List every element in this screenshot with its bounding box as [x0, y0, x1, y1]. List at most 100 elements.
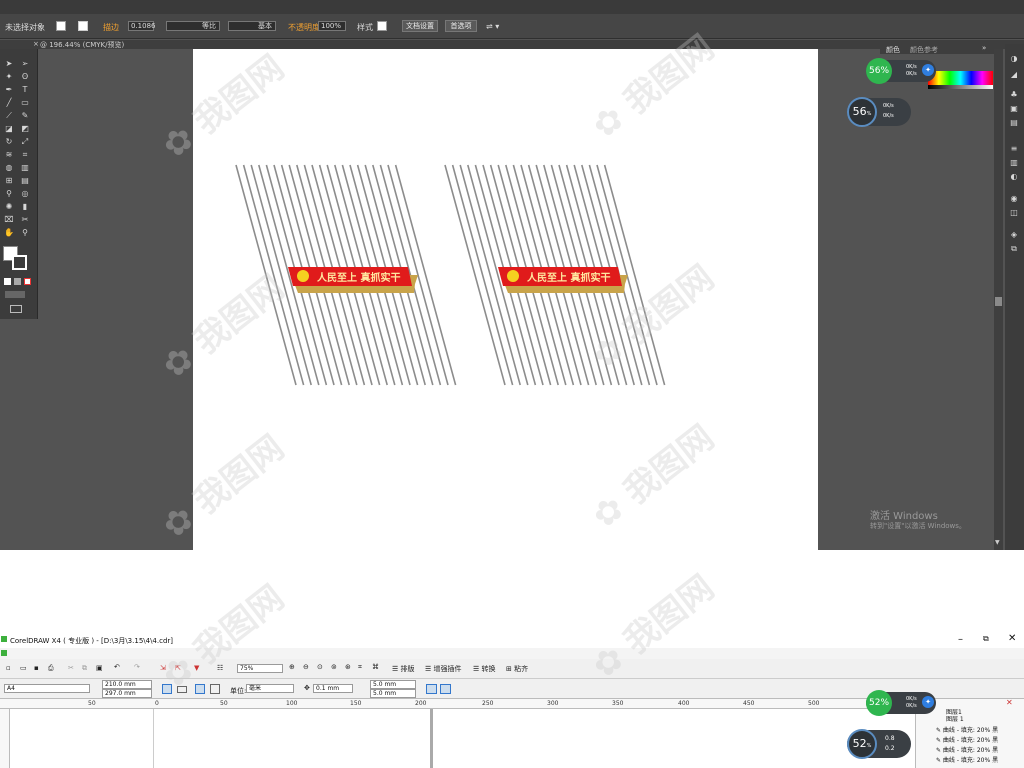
export-icon[interactable]: ⇱ — [175, 664, 181, 672]
brush-select[interactable]: 基本 — [228, 21, 276, 31]
color-spectrum[interactable] — [928, 71, 993, 85]
perspective-grid-tool-icon[interactable]: ▥ — [20, 163, 30, 172]
rectangle-tool-icon[interactable]: ▭ — [20, 98, 30, 107]
pen-tool-icon[interactable]: ✒ — [4, 85, 14, 94]
zoom-selected-icon[interactable]: ⊙ — [317, 663, 323, 671]
import-icon[interactable]: ⇲ — [160, 664, 166, 672]
nudge-input[interactable]: 0.1 mm — [313, 684, 353, 693]
vertical-scrollbar[interactable]: ▼ — [994, 49, 1003, 550]
welcome-icon[interactable]: ☷ — [217, 664, 223, 672]
scale-tool-icon[interactable]: ⤢ — [20, 137, 30, 146]
symbol-sprayer-tool-icon[interactable]: ✺ — [4, 202, 14, 211]
object-list-item[interactable]: ✎ 曲线 - 填充: 20% 黑 — [936, 745, 998, 754]
restore-button[interactable]: ⧉ — [983, 634, 989, 644]
stroke-swatch[interactable] — [78, 21, 88, 31]
stroke-profile-select[interactable]: 等比 — [166, 21, 220, 31]
zoom-height-icon[interactable]: ⌘ — [372, 663, 379, 671]
gradient-panel-icon[interactable]: ▥ — [1009, 158, 1019, 167]
doc-setup-button[interactable]: 文档设置 — [402, 20, 438, 32]
brushes-panel-icon[interactable]: ◢ — [1009, 70, 1019, 79]
draw-mode-icon[interactable] — [5, 291, 25, 298]
graph-tool-icon[interactable]: ▮ — [20, 202, 30, 211]
mesh-tool-icon[interactable]: ⊞ — [4, 176, 14, 185]
duplicate-x-input[interactable]: 5.0 mm — [370, 680, 416, 689]
transparency-panel-icon[interactable]: ◐ — [1009, 172, 1019, 181]
artboards-panel-icon[interactable]: ⧉ — [1009, 244, 1019, 253]
direct-selection-tool-icon[interactable]: ➢ — [20, 59, 30, 68]
minimize-button[interactable]: – — [958, 634, 963, 645]
enhance-button[interactable]: ☰ 增强插件 — [425, 664, 462, 674]
style-swatch[interactable] — [377, 21, 387, 31]
selection-tool-icon[interactable]: ➤ — [4, 59, 14, 68]
landscape-icon[interactable] — [177, 686, 187, 693]
grayscale-ramp[interactable] — [928, 85, 993, 89]
snap-icon[interactable] — [440, 684, 451, 694]
unit-select[interactable]: 毫米 — [246, 684, 294, 693]
zoom-page-icon[interactable]: ⊛ — [345, 663, 351, 671]
panel-tab-color-ref[interactable]: 颜色参考 — [910, 45, 938, 55]
banner-right[interactable]: 人民至上 真抓实干 — [498, 267, 628, 293]
current-page-icon[interactable] — [210, 684, 220, 694]
artboard[interactable]: 人民至上 真抓实干 人民至上 真抓实干 — [193, 49, 818, 550]
opacity-input[interactable]: 100% — [318, 21, 346, 31]
paintbrush-tool-icon[interactable]: ⟋ — [4, 111, 14, 120]
screen-mode-icon[interactable] — [10, 305, 22, 313]
close-tab-icon[interactable]: × — [33, 40, 39, 48]
layer-name-2[interactable]: 图层 1 — [946, 714, 964, 723]
panel-tab-color[interactable]: 颜色 — [886, 45, 900, 55]
undo-icon[interactable]: ↶ — [114, 663, 120, 671]
portrait-icon[interactable] — [162, 684, 172, 694]
stroke-color-box[interactable] — [12, 255, 27, 270]
zoom-select[interactable]: 75% — [237, 664, 283, 673]
docker-close-icon[interactable]: ✕ — [1006, 698, 1013, 707]
slice-tool-icon[interactable]: ✂ — [20, 215, 30, 224]
open-icon[interactable]: ▭ — [20, 664, 27, 672]
all-pages-icon[interactable] — [195, 684, 205, 694]
zoom-width-icon[interactable]: ⌗ — [358, 663, 362, 672]
zoom-out-icon[interactable]: ⊖ — [303, 663, 309, 671]
stroke-label[interactable]: 描边 — [103, 22, 119, 33]
appearance-panel-icon[interactable]: ▤ — [1009, 118, 1019, 127]
scroll-down-icon[interactable]: ▼ — [995, 539, 1000, 546]
shape-builder-tool-icon[interactable]: ◍ — [4, 163, 14, 172]
redo-icon[interactable]: ↷ — [134, 663, 140, 671]
layers-panel-icon[interactable]: ◈ — [1009, 230, 1019, 239]
document-tab[interactable]: × @ 196.44% (CMYK/预览) — [0, 40, 1024, 49]
blob-brush-tool-icon[interactable]: ◪ — [4, 124, 14, 133]
app-launcher-icon[interactable]: ▼ — [194, 664, 199, 672]
eyedropper-tool-icon[interactable]: ⚲ — [4, 189, 14, 198]
object-list-item[interactable]: ✎ 曲线 - 填充: 20% 黑 — [936, 735, 998, 744]
swatches-panel-icon[interactable]: ◑ — [1009, 54, 1019, 63]
blend-tool-icon[interactable]: ◎ — [20, 189, 30, 198]
line-tool-icon[interactable]: ╱ — [4, 98, 14, 107]
copy-icon[interactable]: ⧉ — [82, 664, 87, 673]
convert-button[interactable]: ☰ 转换 — [473, 664, 496, 674]
paste-align-button[interactable]: ⊞ 粘齐 — [506, 664, 528, 674]
stroke-width-input[interactable]: 0.1086 — [128, 21, 156, 31]
save-icon[interactable]: ▪ — [34, 664, 39, 672]
align-panel-icon[interactable]: ◉ — [1009, 194, 1019, 203]
opacity-label[interactable]: 不透明度 — [288, 22, 320, 33]
banner-left[interactable]: 人民至上 真抓实干 — [288, 267, 418, 293]
free-transform-tool-icon[interactable]: ⌗ — [20, 150, 30, 159]
pencil-tool-icon[interactable]: ✎ — [20, 111, 30, 120]
preferences-button[interactable]: 首选项 — [445, 20, 477, 32]
type-tool-icon[interactable]: T — [20, 85, 30, 94]
close-button[interactable]: ✕ — [1008, 633, 1016, 644]
stroke-panel-icon[interactable]: ≡ — [1009, 144, 1019, 153]
doc-icon[interactable] — [1, 650, 7, 656]
zoom-all-icon[interactable]: ⊚ — [331, 663, 337, 671]
print-icon[interactable]: ⎙ — [48, 664, 54, 673]
eraser-tool-icon[interactable]: ◩ — [20, 124, 30, 133]
duplicate-y-input[interactable]: 5.0 mm — [370, 689, 416, 698]
hand-tool-icon[interactable]: ✋ — [4, 228, 14, 237]
zoom-tool-icon[interactable]: ⚲ — [20, 228, 30, 237]
scroll-thumb[interactable] — [995, 297, 1002, 306]
vertical-ruler[interactable] — [0, 709, 10, 768]
accelerate-icon[interactable]: ✦ — [922, 64, 934, 76]
object-list-item[interactable]: ✎ 曲线 - 填充: 20% 黑 — [936, 725, 998, 734]
page-size-select[interactable]: A4 — [4, 684, 90, 693]
cd-accelerate-icon[interactable]: ✦ — [922, 696, 934, 708]
arrange-icon[interactable]: ⇌ ▾ — [486, 22, 499, 31]
color-mode-icon[interactable] — [4, 278, 11, 285]
